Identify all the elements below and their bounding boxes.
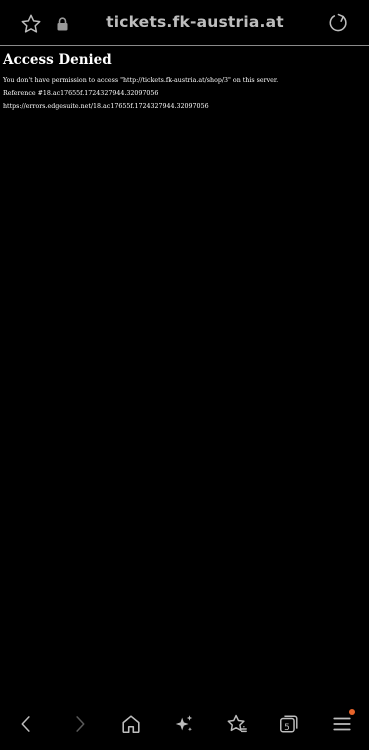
lock-icon[interactable] <box>55 15 69 33</box>
error-message: You don't have permission to access "htt… <box>3 77 279 84</box>
reference-number: Reference #18.ac17655f.1724327944.320970… <box>3 90 159 97</box>
tabs-icon[interactable]: 5 <box>277 712 301 736</box>
bookmarks-icon[interactable] <box>225 712 249 736</box>
reload-icon[interactable] <box>326 11 350 35</box>
back-icon[interactable] <box>14 712 38 736</box>
error-url: https://errors.edgesuite.net/18.ac17655f… <box>3 103 209 110</box>
menu-notification-badge <box>349 709 355 715</box>
ai-sparkle-icon[interactable] <box>172 712 196 736</box>
tab-count: 5 <box>284 723 290 733</box>
browser-toolbar: tickets.fk-austria.at <box>0 0 369 46</box>
page-title: Access Denied <box>3 52 112 68</box>
home-icon[interactable] <box>119 712 143 736</box>
bookmark-star-icon[interactable] <box>19 12 43 36</box>
page-content: Access Denied You don't have permission … <box>0 46 369 113</box>
menu-icon[interactable] <box>330 709 355 736</box>
address-bar-url[interactable]: tickets.fk-austria.at <box>95 13 295 31</box>
bottom-navigation: 5 <box>0 698 369 750</box>
forward-icon[interactable] <box>68 712 92 736</box>
